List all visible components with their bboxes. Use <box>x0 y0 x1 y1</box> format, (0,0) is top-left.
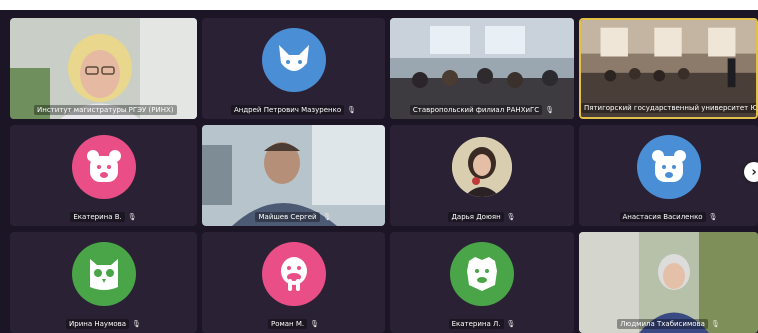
participant-name: Андрей Петрович Мазуренко <box>230 105 345 115</box>
mic-muted-icon: 🎙 <box>310 320 320 328</box>
owl-icon <box>71 242 136 307</box>
mic-muted-icon: 🎙 <box>179 106 189 114</box>
participant-video <box>390 18 574 119</box>
participant-name: Людмила Тхабисимова <box>617 319 708 329</box>
lion-icon <box>450 242 514 307</box>
mic-muted-icon: 🎙 <box>127 213 137 221</box>
mic-muted-icon: 🎙 <box>506 320 516 328</box>
participant-tile[interactable]: Андрей Петрович Мазуренко 🎙 <box>202 18 385 119</box>
participant-name: Екатерина В. <box>70 212 125 222</box>
mic-muted-icon: 🎙 <box>322 213 332 221</box>
mic-muted-icon: 🎙 <box>347 106 357 114</box>
participant-tile-active-speaker[interactable]: Пятигорский государственный университет … <box>579 18 758 119</box>
mic-muted-icon: 🎙 <box>710 320 720 328</box>
participant-name: Майшев Сергей <box>255 212 320 222</box>
participant-tile[interactable]: Людмила Тхабисимова 🎙 <box>579 232 758 333</box>
bear-icon <box>71 135 136 200</box>
participant-video <box>10 18 197 119</box>
mic-muted-icon: 🎙 <box>708 213 718 221</box>
participant-tile[interactable]: Анастасия Василенко 🎙 <box>579 125 758 226</box>
mic-muted-icon: 🎙 <box>506 213 516 221</box>
participant-name: Екатерина Л. <box>448 319 504 329</box>
video-grid: Институт магистратуры РГЭУ (РИНХ) 🎙 Андре… <box>0 10 758 333</box>
walrus-icon <box>261 242 326 307</box>
participant-name: Ставропольский филиал РАНХиГС <box>409 105 543 115</box>
participant-tile[interactable]: Майшев Сергей 🎙 <box>202 125 385 226</box>
participant-name: Роман М. <box>267 319 308 329</box>
participant-name: Дарья Доюян <box>448 212 504 222</box>
participant-tile[interactable]: Дарья Доюян 🎙 <box>390 125 574 226</box>
participant-video <box>579 232 758 333</box>
participant-name: Институт магистратуры РГЭУ (РИНХ) <box>34 105 177 115</box>
participant-name: Пятигорский государственный университет … <box>581 103 756 113</box>
fox-icon <box>261 28 326 93</box>
participant-tile[interactable]: Екатерина В. 🎙 <box>10 125 197 226</box>
participant-video <box>202 125 385 226</box>
participant-tile[interactable]: Роман М. 🎙 <box>202 232 385 333</box>
participant-tile[interactable]: Екатерина Л. 🎙 <box>390 232 574 333</box>
next-page-button[interactable]: › <box>744 162 758 182</box>
participant-tile[interactable]: Ставропольский филиал РАНХиГС 🎙 <box>390 18 574 119</box>
bear-icon <box>636 135 701 200</box>
participant-name: Ирина Наумова <box>66 319 130 329</box>
participant-name: Анастасия Василенко <box>619 212 706 222</box>
mic-muted-icon: 🎙 <box>132 320 141 328</box>
profile-photo <box>452 137 512 198</box>
participant-tile[interactable]: Институт магистратуры РГЭУ (РИНХ) 🎙 <box>10 18 197 119</box>
mic-muted-icon: 🎙 <box>545 106 555 114</box>
participant-tile[interactable]: Ирина Наумова 🎙 <box>10 232 197 333</box>
